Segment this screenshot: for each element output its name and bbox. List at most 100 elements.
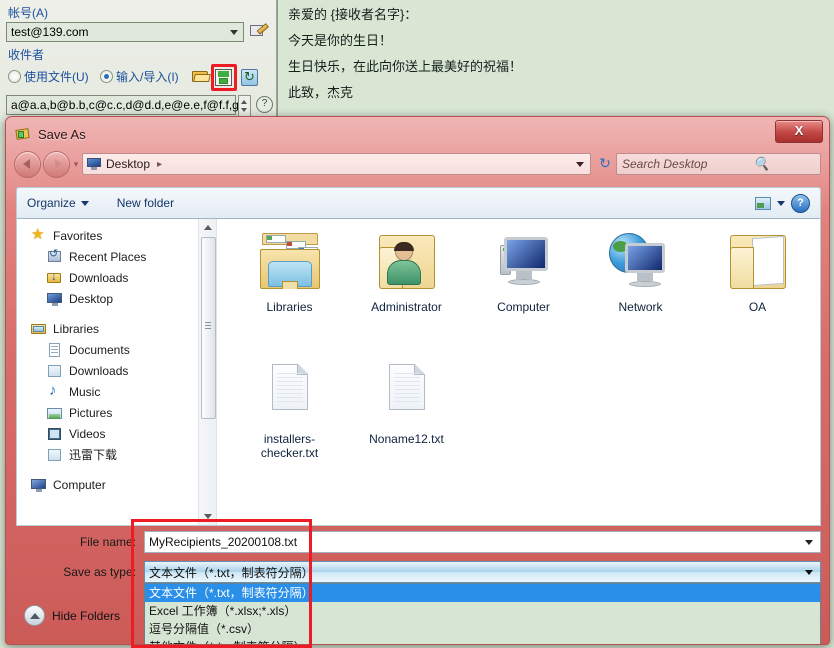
- sidebar-item-downloads[interactable]: Downloads: [17, 267, 216, 288]
- refresh-icon[interactable]: [241, 69, 258, 86]
- file-list[interactable]: Libraries Administrator Computer Network…: [217, 219, 820, 525]
- hide-folders-button[interactable]: Hide Folders: [24, 605, 120, 626]
- forward-button[interactable]: [43, 150, 70, 178]
- nav-group-libraries[interactable]: Libraries: [17, 318, 216, 339]
- dialog-titlebar: Save As: [16, 123, 86, 145]
- dropdown-option-csv[interactable]: 逗号分隔值（*.csv）: [145, 620, 820, 638]
- sidebar-item-xunlei-downloads[interactable]: 迅雷下载: [17, 444, 216, 465]
- dialog-title-text: Save As: [38, 126, 86, 142]
- recipients-input[interactable]: a@a.a,b@b.b,c@c.c,d@d.d,e@e.e,f@f.f,g: [6, 95, 239, 115]
- libraries-icon: [31, 321, 47, 337]
- help-question-icon[interactable]: ?: [256, 96, 273, 113]
- organize-label: Organize: [27, 196, 76, 210]
- sidebar-item-desktop[interactable]: Desktop: [17, 288, 216, 309]
- list-item[interactable]: installers-checker.txt: [231, 361, 348, 493]
- recipients-spinner[interactable]: [238, 95, 251, 117]
- nav-pane-scrollbar[interactable]: [198, 219, 216, 525]
- file-name-row: File name: MyRecipients_20200108.txt: [16, 529, 821, 555]
- scrollbar-grip-icon: [205, 325, 211, 326]
- search-icon: 🔍: [753, 156, 770, 171]
- file-label: Libraries: [266, 300, 313, 314]
- list-item[interactable]: Libraries: [231, 229, 348, 361]
- message-line-1: 亲爱的 {接收者名字}：: [288, 7, 418, 22]
- scroll-down-button[interactable]: [199, 508, 216, 525]
- address-bar[interactable]: Desktop ▸: [82, 153, 591, 175]
- account-label: 帐号(A): [8, 6, 48, 20]
- sidebar-item-label: 迅雷下载: [69, 448, 118, 462]
- sidebar-item-label: Downloads: [69, 363, 129, 378]
- sidebar-item-pictures[interactable]: Pictures: [17, 402, 216, 423]
- dropdown-option-other[interactable]: 其他文件（*.*，制表符分隔）: [145, 638, 820, 644]
- list-item[interactable]: Network: [582, 229, 699, 361]
- save-as-type-row: Save as type: 文本文件（*.txt，制表符分隔）: [16, 559, 821, 585]
- folder-open-icon[interactable]: [192, 69, 210, 83]
- radio-use-file[interactable]: 使用文件(U): [8, 68, 89, 85]
- nav-group-computer[interactable]: Computer: [17, 474, 216, 495]
- sidebar-item-videos[interactable]: Videos: [17, 423, 216, 444]
- address-chevron-down-icon[interactable]: [576, 162, 584, 167]
- save-as-type-dropdown-list[interactable]: 文本文件（*.txt，制表符分隔） Excel 工作簿（*.xlsx;*.xls…: [144, 583, 821, 644]
- list-item[interactable]: Computer: [465, 229, 582, 361]
- list-item[interactable]: OA: [699, 229, 816, 361]
- message-line-3: 生日快乐，在此向你送上最美好的祝福！: [288, 58, 523, 74]
- organize-button[interactable]: Organize: [17, 196, 99, 210]
- videos-icon: [47, 426, 63, 442]
- recent-places-icon: [47, 247, 63, 265]
- view-chevron-down-icon[interactable]: [777, 200, 785, 206]
- nav-group-favorites[interactable]: Favorites: [17, 225, 216, 246]
- desktop-icon: [47, 291, 63, 307]
- breadcrumb-desktop[interactable]: Desktop: [106, 157, 150, 171]
- list-item[interactable]: Noname12.txt: [348, 361, 465, 493]
- downloads-icon: [47, 269, 63, 286]
- account-combobox[interactable]: test@139.com: [6, 22, 244, 42]
- sidebar-item-label: Documents: [69, 342, 130, 357]
- radio-input-import[interactable]: 输入/导入(I): [100, 68, 179, 85]
- change-view-icon[interactable]: [755, 196, 771, 210]
- new-folder-button[interactable]: New folder: [99, 196, 184, 210]
- sidebar-item-label: Downloads: [69, 270, 129, 285]
- music-icon: [47, 382, 63, 400]
- dropdown-option-excel[interactable]: Excel 工作簿（*.xlsx;*.xls）: [145, 602, 820, 620]
- desktop-icon: [87, 158, 101, 170]
- refresh-icon[interactable]: ↻: [594, 153, 616, 175]
- nav-group-label: Libraries: [53, 321, 100, 336]
- breadcrumb-separator-icon: ▸: [157, 158, 163, 170]
- computer-icon: [31, 477, 47, 493]
- list-item[interactable]: Administrator: [348, 229, 465, 361]
- sidebar-item-label: Music: [69, 384, 101, 399]
- save-as-type-label: Save as type:: [63, 565, 136, 579]
- pictures-icon: [47, 405, 63, 421]
- chevron-down-icon[interactable]: [805, 570, 813, 575]
- close-button[interactable]: X: [775, 120, 823, 143]
- search-placeholder: Search Desktop: [622, 157, 708, 171]
- save-as-type-combobox[interactable]: 文本文件（*.txt，制表符分隔）: [144, 561, 821, 583]
- message-line-2: 今天是你的生日！: [288, 32, 393, 48]
- recent-locations-chevron-icon[interactable]: ▾: [70, 159, 82, 170]
- recipients-label: 收件者: [8, 48, 45, 62]
- back-button[interactable]: [14, 150, 41, 178]
- file-name-label: File name:: [79, 535, 136, 549]
- sidebar-item-recent-places[interactable]: Recent Places: [17, 246, 216, 267]
- search-input[interactable]: Search Desktop 🔍: [616, 153, 821, 175]
- file-label: Network: [618, 300, 663, 314]
- dropdown-option-txt[interactable]: 文本文件（*.txt，制表符分隔）: [145, 584, 820, 602]
- scrollbar-thumb[interactable]: [201, 237, 216, 419]
- chevron-down-icon[interactable]: [805, 540, 813, 545]
- pencil-edit-icon[interactable]: [250, 22, 269, 39]
- scroll-up-button[interactable]: [199, 219, 216, 236]
- account-value: test@139.com: [11, 25, 89, 39]
- navigation-pane: Favorites Recent Places Downloads Deskto…: [17, 219, 217, 525]
- save-as-type-value: 文本文件（*.txt，制表符分隔）: [149, 565, 314, 580]
- nav-group-label: Computer: [53, 477, 106, 492]
- file-label: OA: [748, 300, 767, 314]
- sidebar-item-library-downloads[interactable]: Downloads: [17, 360, 216, 381]
- radio-use-file-label: 使用文件(U): [24, 70, 89, 84]
- sidebar-item-documents[interactable]: Documents: [17, 339, 216, 360]
- file-name-input[interactable]: MyRecipients_20200108.txt: [144, 531, 821, 553]
- libraries-folder-icon: [252, 229, 328, 295]
- message-body-pane[interactable]: 亲爱的 {接收者名字}： 今天是你的生日！ 生日快乐，在此向你送上最美好的祝福！…: [277, 0, 834, 122]
- computer-icon: [486, 229, 562, 295]
- network-globe-icon: [603, 229, 679, 295]
- help-icon[interactable]: ?: [791, 193, 810, 213]
- sidebar-item-music[interactable]: Music: [17, 381, 216, 402]
